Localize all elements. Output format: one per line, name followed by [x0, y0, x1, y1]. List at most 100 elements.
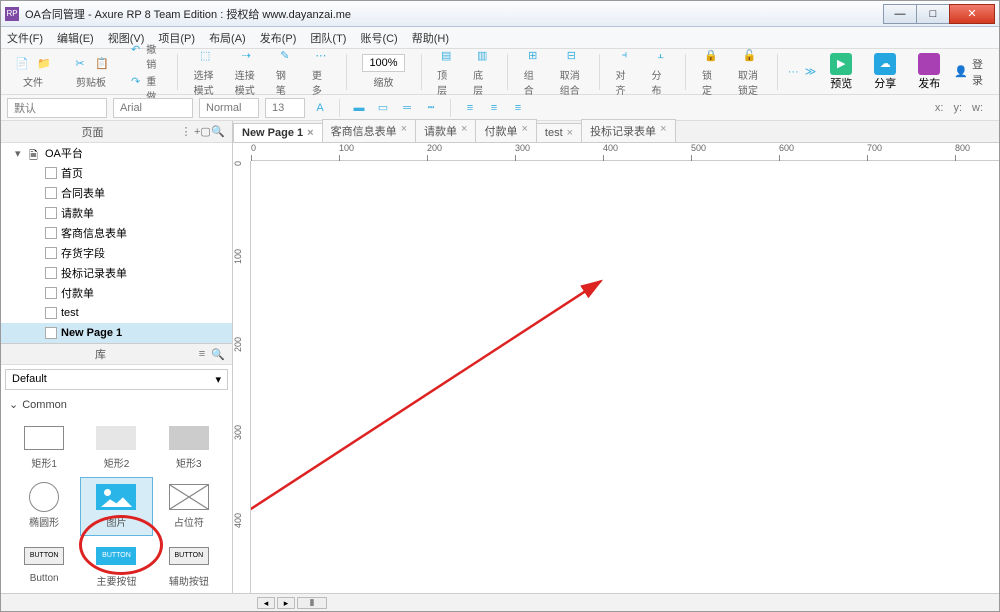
border-icon[interactable]: ▭ [374, 99, 392, 117]
share-button[interactable]: ☁分享 [866, 53, 904, 91]
linewidth-icon[interactable]: ═ [398, 99, 416, 117]
clipboard-group[interactable]: ✂📋 剪贴板 [65, 52, 117, 91]
open-icon: 📁 [35, 54, 53, 72]
close-tab-icon[interactable]: × [567, 127, 573, 139]
w-label: w: [972, 102, 983, 114]
undo-group[interactable]: ↶撤销 ↷重做 [123, 39, 167, 105]
menu-team[interactable]: 团队(T) [310, 30, 346, 46]
left-pane: 页面 ⋮ +▢ 🔍 ▾ 🗎 OA平台 首页合同表单请款单客商信息表单存货字段投标… [1, 121, 233, 593]
top-button[interactable]: ▤顶层 [431, 45, 461, 99]
tab[interactable]: 请款单× [415, 119, 476, 142]
pages-menu-icon[interactable]: ⋮ [178, 125, 194, 138]
dots-button[interactable]: ··· [788, 63, 799, 81]
maximize-button[interactable]: □ [916, 4, 950, 24]
more-button[interactable]: ⋯更多 [306, 45, 336, 99]
annotation-arrow [251, 161, 999, 593]
library-menu-icon[interactable]: ≡ [194, 348, 210, 360]
menu-help[interactable]: 帮助(H) [412, 30, 449, 46]
align-button[interactable]: ⫞对齐 [609, 45, 639, 99]
library-dropdown[interactable]: Default▾ [5, 369, 228, 390]
menu-edit[interactable]: 编辑(E) [57, 30, 94, 46]
fill-icon[interactable]: ▬ [350, 99, 368, 117]
zoom-value[interactable]: 100% [362, 54, 404, 72]
close-tab-icon[interactable]: × [660, 123, 666, 139]
tab[interactable]: test× [536, 123, 582, 142]
fontstyle-select[interactable]: Normal [199, 98, 259, 118]
lock-button[interactable]: 🔒锁定 [696, 45, 726, 99]
page-item[interactable]: New Page 1 [1, 323, 232, 343]
tab-label: New Page 1 [242, 127, 303, 139]
widget-btns[interactable]: BUTTON辅助按钮 [154, 537, 224, 593]
canvas[interactable] [251, 161, 999, 593]
page-item[interactable]: 请款单 [1, 203, 232, 223]
search-page-icon[interactable]: 🔍 [210, 125, 226, 138]
ungroup-button[interactable]: ⊟取消组合 [554, 45, 589, 99]
ruler-horizontal: 0100200300400500600700800 [251, 143, 999, 161]
linestyle-icon[interactable]: ┅ [422, 99, 440, 117]
group-button[interactable]: ⊞组合 [518, 45, 548, 99]
scroll-arrows: ◂ ▸ ⦀ [257, 597, 327, 609]
align-right-icon[interactable]: ≡ [509, 99, 527, 117]
library-search-icon[interactable]: 🔍 [210, 348, 226, 361]
add-page-icon[interactable]: +▢ [194, 125, 210, 138]
expand-icon[interactable]: ▾ [15, 147, 25, 160]
menu-file[interactable]: 文件(F) [7, 30, 43, 46]
page-item[interactable]: test [1, 303, 232, 323]
widget-place[interactable]: 占位符 [154, 478, 224, 535]
preview-button[interactable]: ▶预览 [822, 53, 860, 91]
align-left-icon[interactable]: ≡ [461, 99, 479, 117]
connectmode-button[interactable]: ⇢连接模式 [229, 45, 264, 99]
close-tab-icon[interactable]: × [307, 127, 313, 139]
close-tab-icon[interactable]: × [521, 123, 527, 139]
page-item[interactable]: 合同表单 [1, 183, 232, 203]
page-item[interactable]: 客商信息表单 [1, 223, 232, 243]
close-tab-icon[interactable]: × [401, 123, 407, 139]
widget-r1[interactable]: 矩形1 [9, 419, 79, 476]
unlock-button[interactable]: 🔓取消锁定 [732, 45, 767, 99]
login-button[interactable]: 👤登录 [954, 56, 993, 88]
fontsize-select[interactable]: 13 [265, 98, 305, 118]
page-item[interactable]: 付款单 [1, 283, 232, 303]
tab[interactable]: 投标记录表单× [581, 119, 675, 142]
pen-button[interactable]: ✎钢笔 [270, 45, 300, 99]
scroll-left[interactable]: ◂ [257, 597, 275, 609]
page-icon [45, 207, 57, 219]
scroll-right[interactable]: ▸ [277, 597, 295, 609]
widget-btn[interactable]: BUTTONButton [9, 537, 79, 593]
play-icon: ▶ [830, 53, 852, 75]
file-group[interactable]: 📄📁 文件 [7, 52, 59, 91]
expand-button[interactable]: ≫ [805, 63, 817, 81]
library-category[interactable]: ⌄ Common [1, 394, 232, 415]
page-label: 付款单 [61, 285, 94, 301]
scroll-handle[interactable]: ⦀ [297, 597, 327, 609]
tab[interactable]: 客商信息表单× [322, 119, 416, 142]
menu-publish[interactable]: 发布(P) [260, 30, 297, 46]
widget-btnp[interactable]: BUTTON主要按钮 [81, 537, 151, 593]
widget-r2[interactable]: 矩形2 [81, 419, 151, 476]
style-default[interactable]: 默认 [7, 98, 107, 118]
widget-r3[interactable]: 矩形3 [154, 419, 224, 476]
page-item[interactable]: 首页 [1, 163, 232, 183]
page-item[interactable]: 存货字段 [1, 243, 232, 263]
selectmode-button[interactable]: ⬚选择模式 [188, 45, 223, 99]
tab[interactable]: 付款单× [475, 119, 536, 142]
distribute-button[interactable]: ⫠分布 [645, 45, 675, 99]
bottom-button[interactable]: ▥底层 [467, 45, 497, 99]
tab[interactable]: New Page 1 × [233, 123, 323, 142]
font-select[interactable]: Arial [113, 98, 193, 118]
close-button[interactable]: ✕ [949, 4, 995, 24]
fontcolor-icon[interactable]: A [311, 99, 329, 117]
page-item[interactable]: 投标记录表单 [1, 263, 232, 283]
align-center-icon[interactable]: ≡ [485, 99, 503, 117]
minimize-button[interactable]: — [883, 4, 917, 24]
zoom-group[interactable]: 100%缩放 [356, 52, 410, 91]
widget-ellip[interactable]: 椭圆形 [9, 478, 79, 535]
close-tab-icon[interactable]: × [461, 123, 467, 139]
menu-account[interactable]: 账号(C) [360, 30, 397, 46]
tree-root[interactable]: ▾ 🗎 OA平台 [1, 143, 232, 163]
menu-layout[interactable]: 布局(A) [209, 30, 246, 46]
page-label: 客商信息表单 [61, 225, 127, 241]
widget-img[interactable]: 图片 [81, 478, 151, 535]
publish-button[interactable]: 发布 [910, 53, 948, 91]
widget-label: 椭圆形 [29, 514, 59, 529]
